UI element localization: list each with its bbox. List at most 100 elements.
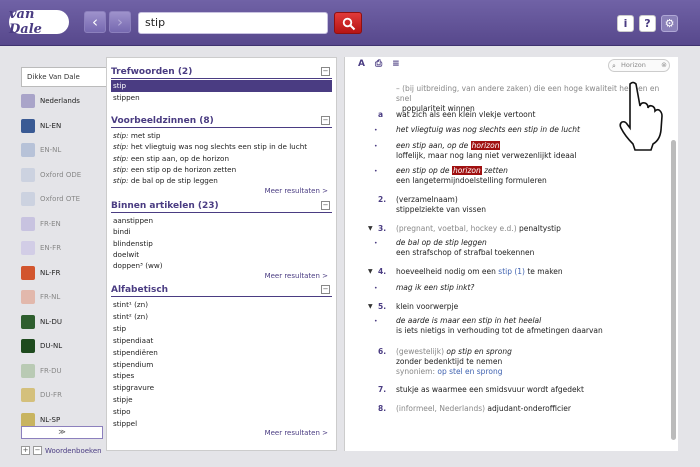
example-text: mag ik een stip inkt? (396, 283, 475, 292)
dictionary-book-icon (21, 339, 35, 353)
example-meaning: een langetermijndoelstelling formuleren (396, 176, 547, 185)
entry-text: wat zich als een klein vlekje vertoont (396, 110, 536, 119)
result-row[interactable]: doelwit (111, 249, 332, 261)
dictionary-item-fr-du[interactable]: FR-DU (21, 361, 106, 381)
collapse-button[interactable]: − (321, 67, 330, 76)
synonym-label: synoniem: (396, 367, 438, 376)
result-row[interactable]: aanstippen (111, 215, 332, 227)
example-text: de bal op de stip leggen (396, 238, 487, 247)
expand-list-button[interactable]: ≫ (21, 426, 103, 439)
collapse-button[interactable]: − (321, 285, 330, 294)
settings-gear-icon[interactable]: ⚙ (661, 15, 678, 32)
result-row[interactable]: stip: de bal op de stip leggen (111, 175, 332, 187)
sense-number: 3. (378, 224, 387, 233)
sense-number: 5. (378, 302, 387, 311)
expand-triangle-icon[interactable]: ▼ (368, 267, 373, 277)
result-row[interactable]: stipje (111, 394, 332, 406)
result-row[interactable]: stipes (111, 370, 332, 382)
result-row[interactable]: stip: met stip (111, 130, 332, 142)
info-button[interactable]: i (617, 15, 634, 32)
result-row[interactable]: stipendiëren (111, 347, 332, 359)
expand-triangle-icon[interactable]: ▼ (368, 224, 373, 234)
entry-text: zonder bedenktijd te nemen (396, 357, 503, 366)
font-size-icon[interactable]: A (358, 59, 365, 69)
more-results-link[interactable]: Meer resultaten > (265, 187, 328, 195)
search-highlight: horizon (451, 166, 482, 175)
example-text: een stip op de (396, 166, 452, 175)
dictionary-book-icon (21, 265, 35, 280)
selected-dictionary[interactable]: Dikke Van Dale (21, 67, 106, 87)
dictionary-item-oxford-ote[interactable]: Oxford OTE (21, 189, 106, 209)
dictionary-label: Oxford ODE (40, 170, 82, 179)
pointing-hand-icon (619, 81, 663, 151)
more-results-link[interactable]: Meer resultaten > (265, 272, 328, 280)
add-dictionary-button[interactable]: + (21, 446, 30, 455)
divider (111, 127, 332, 128)
clear-icon[interactable]: ⊗ (661, 60, 667, 71)
example-text: een stip aan, op de (396, 141, 471, 150)
help-button[interactable]: ? (639, 15, 656, 32)
result-row[interactable]: stippen (111, 92, 332, 104)
dictionary-item-du-fr[interactable]: DU-FR (21, 385, 106, 405)
result-row[interactable]: stipendiaat (111, 335, 332, 347)
result-row[interactable]: doppen³ (ww) (111, 260, 332, 272)
entry-text: stukje as waarmee een smidsvuur wordt af… (396, 385, 584, 394)
dictionary-item-fr-nl[interactable]: FR-NL (21, 287, 106, 307)
result-row[interactable]: stip (111, 80, 332, 92)
result-row[interactable]: stipendium (111, 359, 332, 371)
result-row[interactable]: stip: een stip op de horizon zetten (111, 164, 332, 176)
dictionary-item-en-nl[interactable]: EN-NL (21, 140, 106, 160)
dictionary-item-fr-en[interactable]: FR-EN (21, 214, 106, 234)
remove-dictionary-button[interactable]: − (33, 446, 42, 455)
dictionary-book-icon (21, 388, 35, 402)
forward-button[interactable]: › (109, 11, 131, 33)
dictionary-item-nederlands[interactable]: Nederlands (21, 91, 106, 111)
result-row[interactable]: stipo (111, 406, 332, 418)
sense-number: 2. (378, 195, 387, 204)
more-results-link[interactable]: Meer resultaten > (265, 429, 328, 437)
entry-label: (pregnant, voetbal, hockey e.d.) (396, 224, 517, 233)
section-title-voorbeeldzinnen: Voorbeeldzinnen (8) (111, 116, 214, 126)
result-row[interactable]: stip (111, 323, 332, 335)
divider (111, 78, 332, 79)
result-row[interactable]: stip: een stip aan, op de horizon (111, 153, 332, 165)
search-button[interactable] (334, 12, 362, 34)
dictionary-item-du-nl[interactable]: DU-NL (21, 336, 106, 356)
bullet-icon: • (374, 168, 378, 175)
dictionary-item-nl-du[interactable]: NL-DU (21, 312, 106, 332)
dictionary-label: NL-EN (40, 121, 62, 130)
result-text: een stip op de horizon zetten (128, 164, 237, 174)
scrollbar[interactable] (671, 140, 676, 440)
dictionary-item-oxford-ode[interactable]: Oxford ODE (21, 165, 106, 185)
example-meaning: loffelijk, maar nog lang niet verwezenli… (396, 151, 577, 160)
article-search-input[interactable]: ⌕ Horizon ⊗ (608, 59, 670, 72)
result-row[interactable]: stint² (zn) (111, 311, 332, 323)
expand-triangle-icon[interactable]: ▼ (368, 302, 373, 312)
result-row[interactable]: stipgravure (111, 382, 332, 394)
divider (111, 296, 332, 297)
result-row[interactable]: stip: het vliegtuig was nog slechts een … (111, 141, 332, 153)
search-highlight: horizon (470, 141, 501, 150)
back-button[interactable]: ‹ (84, 11, 106, 33)
result-row[interactable]: bindi (111, 226, 332, 238)
dictionaries-link[interactable]: Woordenboeken (45, 447, 102, 455)
dictionary-label: FR-EN (40, 219, 61, 228)
dictionary-book-icon (21, 167, 35, 182)
dictionary-label: EN-FR (40, 244, 62, 252)
print-icon[interactable]: ⎙ (375, 59, 382, 69)
cross-reference-link[interactable]: stip (1) (498, 267, 525, 276)
van-dale-logo[interactable]: van Dale (9, 7, 69, 37)
result-row[interactable]: stint¹ (zn) (111, 299, 332, 311)
collapse-button[interactable]: − (321, 116, 330, 125)
bullet-icon: • (374, 318, 378, 325)
dictionary-item-en-fr[interactable]: EN-FR (21, 238, 106, 258)
synonym-link[interactable]: op stel en sprong (437, 367, 502, 376)
dictionary-item-nl-en[interactable]: NL-EN (21, 116, 106, 136)
collapse-button[interactable]: − (321, 201, 330, 210)
dictionary-item-nl-fr[interactable]: NL-FR (21, 263, 106, 283)
result-text: de bal op de stip leggen (128, 176, 218, 186)
result-row[interactable]: blindenstip (111, 238, 332, 250)
search-input[interactable]: stip (138, 12, 328, 34)
entry-label: a (378, 110, 384, 119)
list-view-icon[interactable]: ≡ (392, 59, 400, 69)
